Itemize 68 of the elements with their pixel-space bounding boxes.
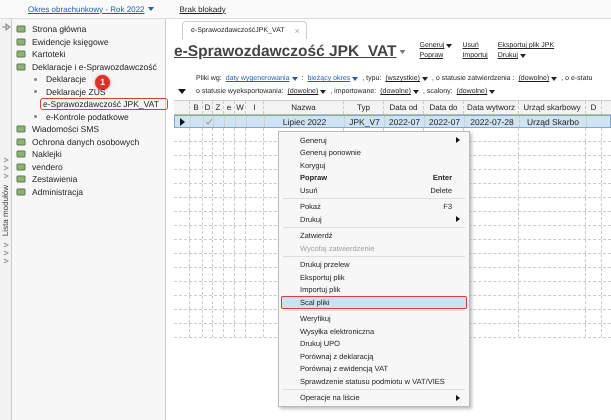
submenu-arrow-icon [456,216,460,222]
column-header[interactable]: Data do [424,101,464,114]
module-icon [16,62,26,72]
submenu-arrow-icon [456,137,460,144]
column-header[interactable]: I [246,101,264,114]
sidebar-item[interactable]: Zestawienia [29,173,80,186]
sidebar-item[interactable]: Strona główna [29,23,90,36]
caret-icon [551,76,558,80]
sidebar-item[interactable]: Administracja [29,186,86,198]
sidebar-item[interactable]: vendero [29,160,66,173]
sidebar-item[interactable]: Kartoteki [29,48,69,60]
column-header[interactable]: W [235,101,246,114]
sidebar-item[interactable]: Ochrona danych osobowych [29,136,142,148]
table-cell: 2022-07 [428,116,460,126]
column-header[interactable]: Data od [384,101,424,114]
sidebar-item[interactable]: Wiadomości SMS [29,123,102,136]
table-cell: Lipiec 2022 [282,116,326,126]
sidebar-item[interactable]: Deklaracje [43,73,90,86]
row-pointer-icon [180,118,185,126]
bullet-icon [34,90,37,94]
sidebar-item[interactable]: Deklaracje i e-Sprawozdawczość [29,60,160,73]
column-header[interactable]: e [224,101,235,114]
module-icon [16,49,26,60]
module-icon [16,149,26,160]
column-header[interactable]: Nazwa [264,101,344,114]
page-title[interactable]: e-Sprawozdawczość JPK_VAT [174,42,406,61]
caret-icon [352,76,358,80]
column-header[interactable]: B [190,101,203,114]
caret-icon [148,7,154,11]
pin-icon[interactable] [0,23,10,31]
sidebar-item[interactable]: Naklejki [29,148,65,160]
step-number-badge: 1 [95,74,110,90]
bullet-icon [34,115,37,118]
column-header[interactable]: Urząd skarbowy [519,101,586,114]
table-row[interactable]: Lipiec 2022 JPK_V7 2022-07 2022-07 2022-07-28 Urząd Skarbo [174,115,611,128]
caret-icon [320,90,326,94]
module-icon [16,124,26,134]
caret-icon [422,76,428,80]
caret-icon [292,76,298,80]
period-link[interactable]: Okres obrachunkowy - Rok 2022 [28,4,154,14]
caret-icon [412,90,419,94]
module-icon [16,36,26,47]
lock-link[interactable]: Brak blokady [180,4,226,14]
module-list-label[interactable]: Lista modułów [1,185,10,236]
caret-icon [489,90,496,94]
module-icon [16,162,26,172]
module-icon [16,186,26,197]
caret-icon [398,50,406,54]
column-header[interactable]: D [203,101,213,114]
column-header[interactable]: Data wytworz [464,101,519,114]
table-cell: JPK_V7 [349,116,380,126]
table-cell: Urząd Skarbo [527,116,579,126]
bullet-icon [34,78,37,81]
sidebar-item[interactable]: Ewidencje księgowe [29,36,112,48]
module-icon [16,136,26,147]
expand-caret-icon[interactable] [178,89,186,94]
column-header[interactable]: Z [213,101,224,114]
column-header[interactable]: D [586,101,602,114]
module-icon [16,24,26,34]
column-header[interactable]: Typ [344,101,384,114]
table-cell: 2022-07-28 [470,116,514,126]
caret-icon [446,44,452,48]
module-icon [16,174,26,184]
submenu-arrow-icon [456,394,460,401]
sidebar-item[interactable]: e-Sprawozdawczość JPK_VAT [40,98,168,110]
sidebar-item[interactable]: e-Kontrole podatkowe [43,110,132,123]
caret-icon [520,54,526,58]
table-cell: 2022-07 [388,116,420,126]
